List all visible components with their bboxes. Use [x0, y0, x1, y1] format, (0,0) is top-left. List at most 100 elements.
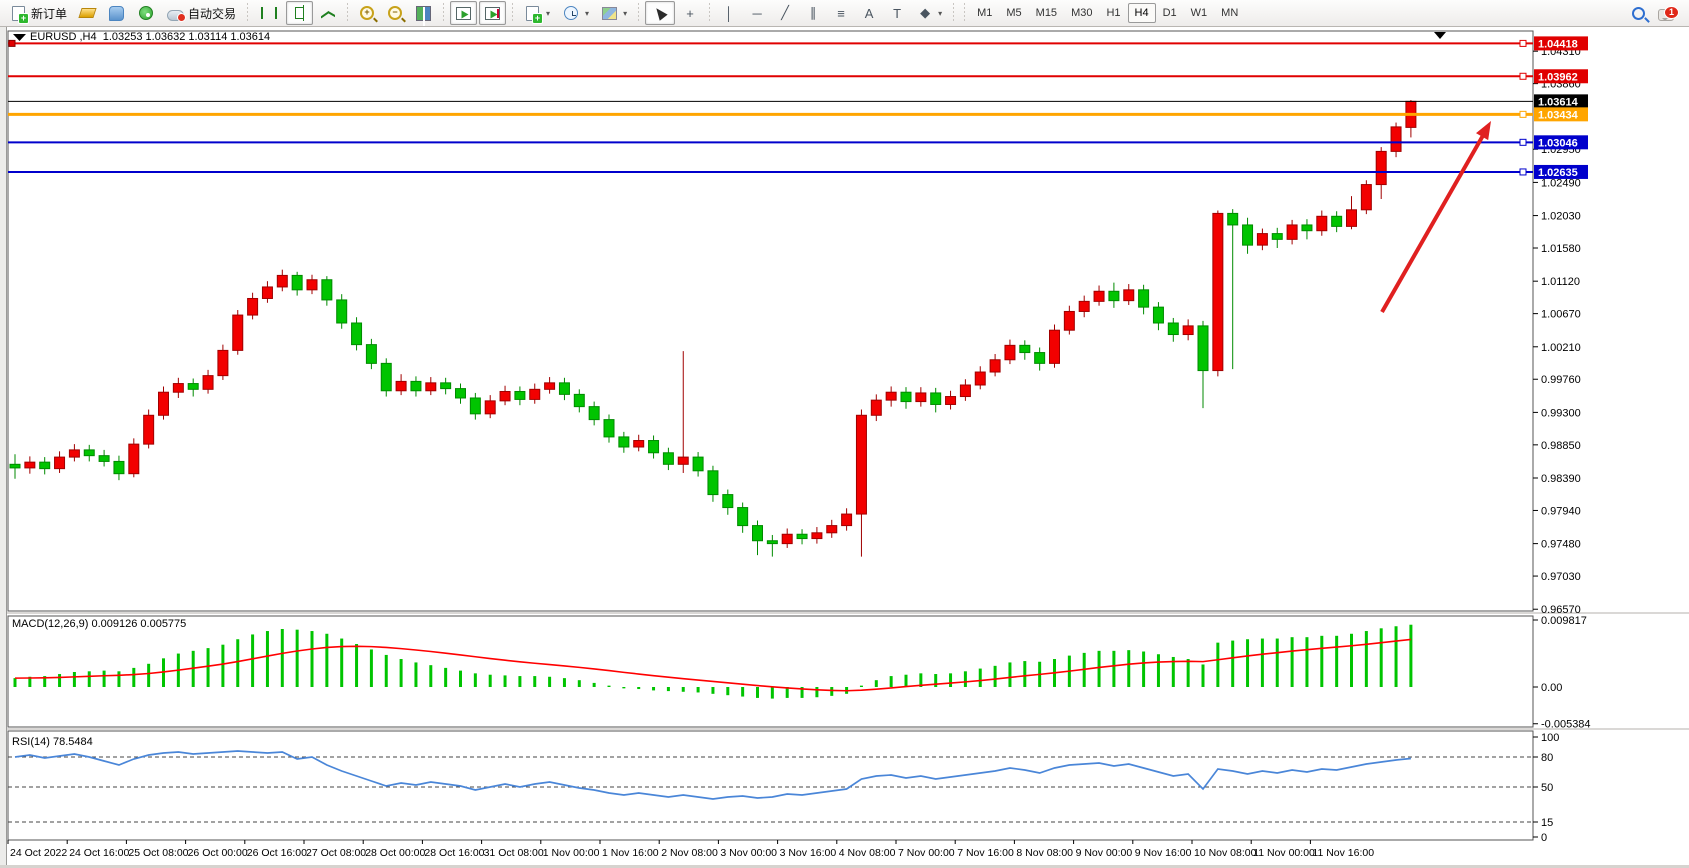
timeframe-d1-button[interactable]: D1	[1156, 3, 1184, 23]
trendline-icon: ╱	[777, 5, 793, 21]
notifications-button[interactable]: 1	[1653, 1, 1679, 25]
line-chart-icon	[321, 7, 335, 19]
candle	[10, 464, 20, 468]
candle	[352, 323, 362, 345]
timeframe-mn-button[interactable]: MN	[1214, 3, 1245, 23]
new-chart-button[interactable]: ▾	[519, 1, 555, 25]
candle	[1257, 234, 1267, 246]
candle	[322, 280, 332, 300]
rsi-indicator-label: RSI(14) 78.5484	[12, 736, 93, 748]
chart-shift-button[interactable]	[479, 1, 506, 25]
indicators-list-button[interactable]: ▾	[596, 1, 632, 25]
candle	[1198, 326, 1208, 371]
chevron-down-icon: ▾	[585, 9, 589, 18]
cursor-button[interactable]	[645, 1, 675, 25]
trendline-button[interactable]: ╱	[772, 1, 798, 25]
candle	[990, 360, 1000, 372]
equidistant-channel-icon: ∥	[805, 5, 821, 21]
candle	[797, 534, 807, 538]
candle	[1361, 185, 1371, 210]
zoom-out-button[interactable]: −	[382, 1, 408, 25]
new-order-label: 新订单	[31, 5, 67, 22]
candle	[574, 394, 584, 406]
horizontal-line-button[interactable]: ─	[744, 1, 770, 25]
search-icon	[1632, 7, 1645, 20]
mt4-window: 新订单自动交易+−▾▾▾+│─╱∥≡AT◆▾M1M5M15M30H1H4D1W1…	[0, 0, 1689, 868]
zoom-in-button[interactable]: +	[354, 1, 380, 25]
window-left-edge	[0, 27, 7, 868]
fibonacci-button[interactable]: ≡	[828, 1, 854, 25]
tile-windows-button[interactable]	[410, 1, 437, 25]
candle	[1272, 234, 1282, 240]
mql5-community-button[interactable]	[103, 1, 130, 25]
horizontal-line-icon: ─	[749, 5, 765, 21]
arrows-shapes-button[interactable]: ◆▾	[912, 1, 947, 25]
timeframe-m30-button[interactable]: M30	[1064, 3, 1099, 23]
vertical-line-button[interactable]: │	[716, 1, 742, 25]
candle	[946, 397, 956, 405]
market-watch-button[interactable]	[74, 1, 101, 25]
candle	[1124, 290, 1134, 301]
timeframe-h1-button[interactable]: H1	[1099, 3, 1127, 23]
candle	[1005, 345, 1015, 359]
candle	[812, 533, 822, 539]
timeframe-h4-button[interactable]: H4	[1128, 3, 1156, 23]
candlestick-chart-icon	[295, 7, 304, 19]
price-tick: 0.97480	[1541, 539, 1581, 551]
equidistant-channel-button[interactable]: ∥	[800, 1, 826, 25]
rsi-axis-tick: 80	[1541, 752, 1553, 764]
line-handle[interactable]	[1520, 40, 1526, 46]
candle	[1020, 345, 1030, 352]
profiles-button[interactable]: ▾	[557, 1, 594, 25]
timeframe-m15-button[interactable]: M15	[1029, 3, 1064, 23]
price-tick: 0.98850	[1541, 440, 1581, 452]
time-tick-label: 28 Oct 00:00	[365, 847, 425, 859]
candle	[277, 275, 287, 287]
candle	[708, 471, 718, 495]
auto-scroll-button[interactable]	[450, 1, 477, 25]
candle	[1153, 307, 1163, 323]
auto-scroll-icon	[456, 7, 471, 20]
line-handle[interactable]	[1520, 73, 1526, 79]
candlestick-chart-button[interactable]	[286, 1, 313, 25]
signals-button[interactable]	[132, 1, 160, 25]
candle	[1050, 330, 1060, 363]
chart-canvas[interactable]: 1.043101.038601.029501.024901.020301.015…	[0, 27, 1689, 868]
toolbar-separator	[636, 3, 641, 23]
time-tick-label: 26 Oct 16:00	[247, 847, 307, 859]
line-handle[interactable]	[1520, 139, 1526, 145]
text-button[interactable]: A	[856, 1, 882, 25]
text-label-button[interactable]: T	[884, 1, 910, 25]
line-handle[interactable]	[9, 40, 15, 46]
candle	[1139, 290, 1149, 307]
price-badge-label: 1.03046	[1538, 137, 1578, 149]
candle	[233, 315, 243, 350]
crosshair-button[interactable]: +	[677, 1, 703, 25]
search-button[interactable]	[1626, 1, 1651, 25]
line-handle[interactable]	[1520, 169, 1526, 175]
candle	[69, 450, 79, 457]
rsi-axis-tick: 15	[1541, 817, 1553, 829]
line-chart-button[interactable]	[315, 1, 341, 25]
notification-bubble-icon: 1	[1658, 9, 1674, 21]
candle	[1109, 291, 1119, 300]
bar-chart-button[interactable]	[254, 1, 284, 25]
crosshair-icon: +	[682, 5, 698, 21]
new-order-button[interactable]: 新订单	[5, 1, 72, 25]
candle	[753, 526, 763, 541]
auto-trading-button[interactable]: 自动交易	[162, 1, 241, 25]
timeframe-w1-button[interactable]: W1	[1184, 3, 1215, 23]
fibonacci-icon: ≡	[833, 5, 849, 21]
price-tick: 0.99760	[1541, 374, 1581, 386]
candle	[559, 383, 569, 395]
toolbar-separator	[951, 3, 956, 23]
chart-title: EURUSD ,H4 1.03253 1.03632 1.03114 1.036…	[30, 31, 270, 43]
timeframe-m5-button[interactable]: M5	[999, 3, 1028, 23]
line-handle[interactable]	[1520, 111, 1526, 117]
price-tick: 0.99300	[1541, 407, 1581, 419]
toolbar-separator	[707, 3, 712, 23]
candle	[634, 441, 644, 447]
timeframe-m1-button[interactable]: M1	[970, 3, 999, 23]
candle	[827, 526, 837, 533]
candle	[1391, 127, 1401, 152]
